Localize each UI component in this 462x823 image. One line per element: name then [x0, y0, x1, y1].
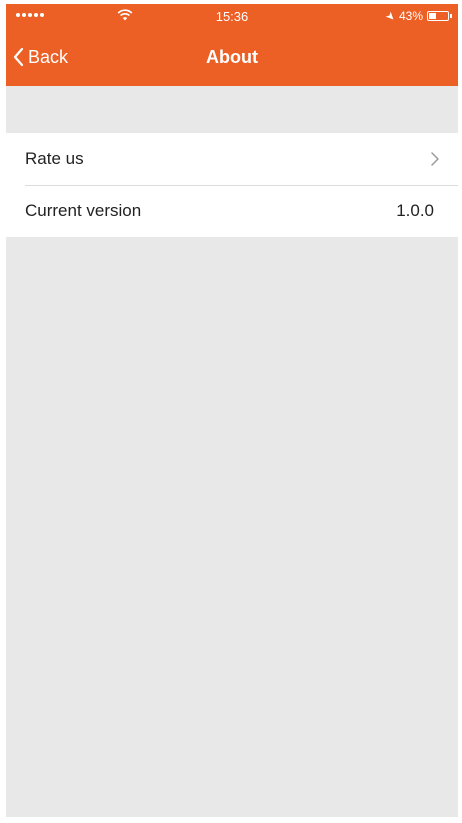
- navigation-bar: Back About: [6, 30, 458, 86]
- location-arrow-icon: ➤: [382, 8, 398, 24]
- status-bar: 15:36 ➤ 43%: [6, 4, 458, 30]
- chevron-right-icon: [431, 152, 439, 166]
- battery-cap: [450, 14, 452, 18]
- rate-us-row[interactable]: Rate us: [6, 133, 458, 185]
- version-value: 1.0.0: [396, 201, 434, 220]
- current-version-row: Current version 1.0.0: [6, 185, 458, 237]
- current-version-label: Current version: [25, 201, 142, 220]
- page-title: About: [206, 47, 258, 67]
- battery-fill: [429, 13, 436, 19]
- status-right: ➤ 43%: [382, 8, 452, 24]
- settings-list: Rate us Current version 1.0.0: [6, 133, 458, 237]
- about-screen: 15:36 ➤ 43% Back About Rate us Current v…: [6, 4, 458, 817]
- battery-icon: [427, 11, 449, 21]
- header: 15:36 ➤ 43% Back About: [6, 4, 458, 86]
- rate-us-label: Rate us: [25, 149, 84, 168]
- battery-percentage: 43%: [398, 9, 423, 23]
